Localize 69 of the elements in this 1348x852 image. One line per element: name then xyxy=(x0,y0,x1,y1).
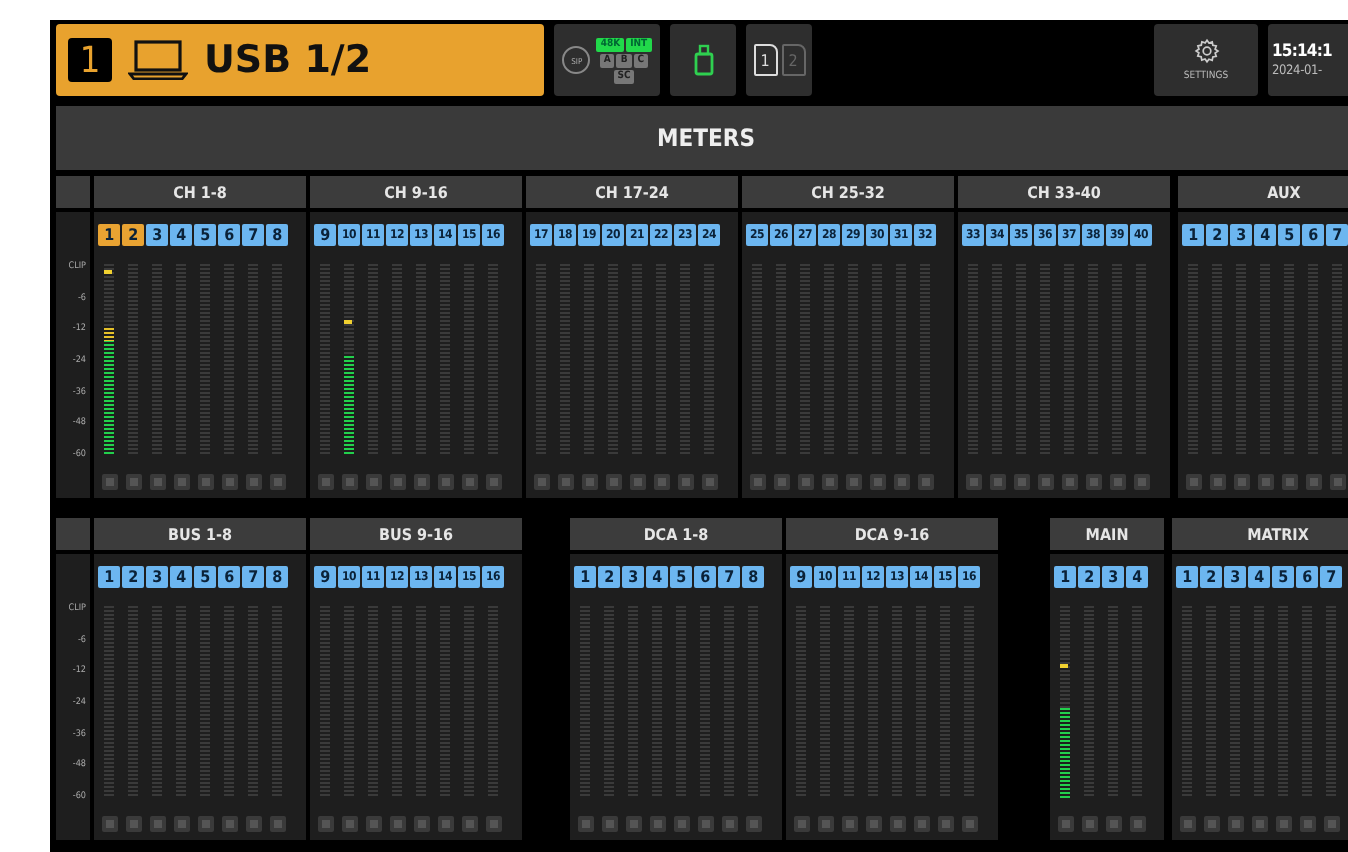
group-title: CH 33-40 xyxy=(958,176,1170,208)
channel-button[interactable]: 3 xyxy=(146,566,168,588)
channel-button[interactable]: 8 xyxy=(742,566,764,588)
channel-button[interactable]: 9 xyxy=(790,566,812,588)
source-panel[interactable]: 1 USB 1/2 xyxy=(56,24,544,96)
channel-button[interactable]: 6 xyxy=(1302,224,1324,246)
group-title: DCA 9-16 xyxy=(786,518,998,550)
channel-button[interactable]: 7 xyxy=(718,566,740,588)
channel-button[interactable]: 4 xyxy=(170,224,192,246)
group-title: CH 17-24 xyxy=(526,176,738,208)
channel-button[interactable]: 2 xyxy=(122,224,144,246)
channel-button[interactable]: 3 xyxy=(1224,566,1246,588)
channel-button[interactable]: 3 xyxy=(146,224,168,246)
channel-button[interactable]: 7 xyxy=(242,566,264,588)
channel-button[interactable]: 2 xyxy=(1200,566,1222,588)
group-title: AUX xyxy=(1178,176,1348,208)
channel-button[interactable]: 2 xyxy=(1078,566,1100,588)
channel-button[interactable]: 8 xyxy=(266,566,288,588)
channel-button[interactable]: 6 xyxy=(218,566,240,588)
clock-time: 15:14:1 xyxy=(1272,42,1332,62)
channel-button[interactable]: 9 xyxy=(314,566,336,588)
channel-button[interactable]: 7 xyxy=(242,224,264,246)
group-title: MAIN xyxy=(1050,518,1164,550)
channel-button[interactable]: 8 xyxy=(266,224,288,246)
channel-button[interactable]: 1 xyxy=(98,566,120,588)
channel-button[interactable]: 3 xyxy=(622,566,644,588)
usb-panel[interactable] xyxy=(670,24,736,96)
channel-button[interactable]: 5 xyxy=(1272,566,1294,588)
source-label: USB 1/2 xyxy=(204,38,372,82)
channel-button[interactable]: 4 xyxy=(1248,566,1270,588)
channel-button[interactable]: 9 xyxy=(314,224,336,246)
group-title: BUS 1-8 xyxy=(94,518,306,550)
channel-button[interactable]: 6 xyxy=(694,566,716,588)
channel-button[interactable]: 5 xyxy=(194,566,216,588)
channel-button[interactable]: 4 xyxy=(170,566,192,588)
scale-header xyxy=(56,518,90,550)
settings-icon xyxy=(1193,38,1219,64)
channel-button[interactable]: 2 xyxy=(1206,224,1228,246)
laptop-icon xyxy=(128,40,188,80)
channel-button[interactable]: 4 xyxy=(1126,566,1148,588)
channel-button[interactable]: 1 xyxy=(574,566,596,588)
channel-button[interactable]: 2 xyxy=(598,566,620,588)
channel-button[interactable]: 1 xyxy=(1182,224,1204,246)
channel-button[interactable]: 4 xyxy=(646,566,668,588)
card-panel[interactable]: 1 2 xyxy=(746,24,812,96)
card-slot[interactable]: 1 xyxy=(753,44,777,76)
channel-button[interactable]: 1 xyxy=(1176,566,1198,588)
channel-button[interactable]: 1 xyxy=(1054,566,1076,588)
group-title: CH 1-8 xyxy=(94,176,306,208)
channel-button[interactable]: 4 xyxy=(1254,224,1276,246)
channel-button[interactable]: 1 xyxy=(98,224,120,246)
scale-header xyxy=(56,176,90,208)
channel-button[interactable]: 5 xyxy=(670,566,692,588)
group-title: CH 9-16 xyxy=(310,176,522,208)
channel-button[interactable]: 5 xyxy=(1278,224,1300,246)
source-number: 1 xyxy=(68,38,112,82)
group-title: MATRIX xyxy=(1172,518,1348,550)
group-title: BUS 9-16 xyxy=(310,518,522,550)
channel-button[interactable]: 3 xyxy=(1230,224,1252,246)
channel-button[interactable]: 6 xyxy=(218,224,240,246)
channel-button[interactable]: 7 xyxy=(1326,224,1348,246)
channel-button[interactable]: 5 xyxy=(194,224,216,246)
channel-button[interactable]: 3 xyxy=(1102,566,1124,588)
page-title: METERS xyxy=(657,124,755,152)
channel-button[interactable]: 2 xyxy=(122,566,144,588)
group-title: DCA 1-8 xyxy=(570,518,782,550)
channel-button[interactable]: 7 xyxy=(1320,566,1342,588)
channel-button[interactable]: 6 xyxy=(1296,566,1318,588)
group-title: CH 25-32 xyxy=(742,176,954,208)
